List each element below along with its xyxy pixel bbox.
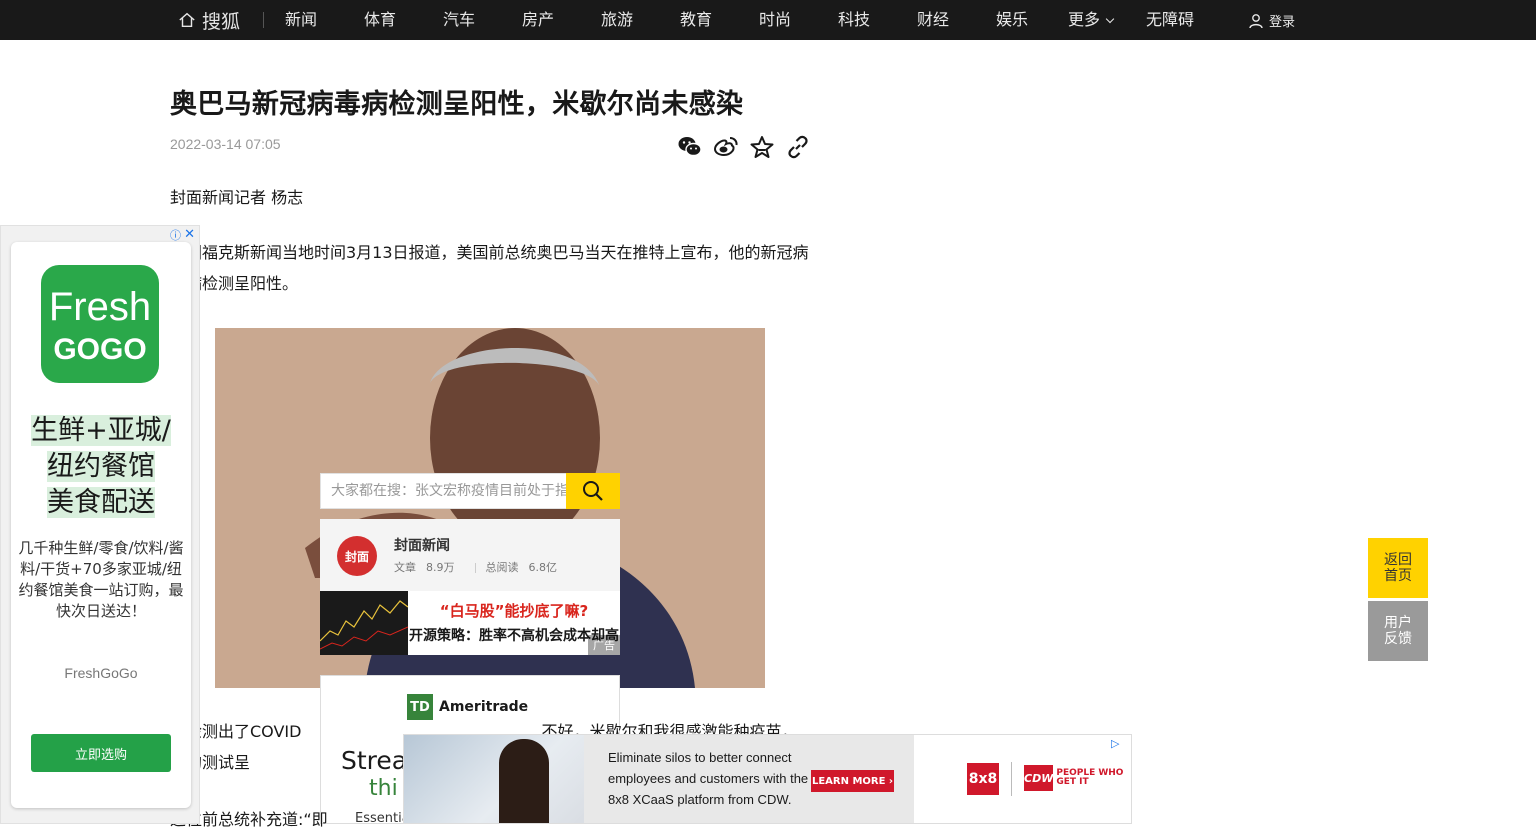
article-paragraph: 美国福克斯新闻当地时间3月13日报道，美国前总统奥巴马当天在推特上宣布，他的新冠… — [170, 243, 809, 293]
left-ad-brand: FreshGoGo — [64, 665, 138, 681]
left-ad-headline: 生鲜+亚城/ 纽约餐馆 美食配送 — [11, 413, 191, 521]
logo-divider — [1011, 762, 1012, 796]
nav-accessibility[interactable]: 无障碍 — [1146, 10, 1194, 30]
logo-text: 搜狐 — [202, 10, 241, 33]
home-icon — [179, 12, 195, 28]
nav-item-travel[interactable]: 旅游 — [601, 10, 633, 30]
bottom-ad[interactable]: Eliminate silos to better connect employ… — [403, 734, 1132, 824]
search-input[interactable] — [321, 474, 567, 508]
article-date: 2022-03-14 07:05 — [170, 136, 281, 152]
back-to-home-button[interactable]: 返回 首页 — [1368, 538, 1428, 598]
reads-label: 总阅读 — [485, 561, 519, 574]
ad-label: 广告 — [588, 635, 620, 655]
headline-line: 生鲜+亚城/ — [31, 415, 171, 446]
adchoices-icon[interactable]: ▷ — [1111, 737, 1129, 751]
search-box — [320, 473, 620, 509]
articles-value: 8.9万 — [426, 561, 455, 574]
cdw-logo-box: CDW — [1024, 765, 1054, 791]
author-avatar: 封面 — [337, 536, 377, 576]
logo-line-2: GOGO — [53, 333, 147, 366]
nav-item-sports[interactable]: 体育 — [364, 10, 396, 30]
author-stats: 文章 8.9万 总阅读 6.8亿 — [394, 559, 567, 575]
articles-label: 文章 — [394, 561, 416, 574]
author-name: 封面新闻 — [394, 538, 450, 554]
login-label: 登录 — [1269, 15, 1296, 30]
nav-item-education[interactable]: 教育 — [680, 10, 712, 30]
person-figure — [499, 739, 549, 823]
logo-line-1: Fresh — [48, 285, 152, 329]
headline-line: 美食配送 — [47, 487, 155, 518]
promo-headline: “白马股”能抄底了嘛? — [439, 602, 589, 620]
ad-photo — [404, 735, 584, 823]
td-brand: Ameritrade — [439, 699, 529, 715]
nav-more-label: 更多 — [1068, 10, 1101, 29]
user-icon — [1249, 13, 1263, 28]
left-ad[interactable]: ⓘ ✕ Fresh GOGO 生鲜+亚城/ 纽约餐馆 美食配送 几千种生鲜/零食… — [0, 225, 200, 824]
nav-item-auto[interactable]: 汽车 — [443, 10, 475, 30]
shop-now-button[interactable]: 立即选购 — [31, 734, 171, 772]
author-card[interactable]: 封面 封面新闻 文章 8.9万 总阅读 6.8亿 — [320, 519, 620, 591]
login-link[interactable]: 登录 — [1248, 11, 1295, 30]
nav-item-tech[interactable]: 科技 — [838, 10, 870, 30]
top-nav: 搜狐 新闻 体育 汽车 房产 旅游 教育 时尚 科技 财经 娱乐 更多 无障碍 … — [0, 0, 1536, 40]
stock-chart-thumbnail — [320, 591, 409, 655]
stats-divider — [474, 563, 476, 573]
star-icon[interactable] — [749, 134, 775, 160]
ad-info-icon[interactable]: ⓘ — [170, 227, 181, 243]
8x8-logo: 8x8 — [967, 763, 999, 795]
freshgogo-logo: Fresh GOGO — [41, 265, 159, 383]
left-ad-panel: Fresh GOGO 生鲜+亚城/ 纽约餐馆 美食配送 几千种生鲜/零食/饮料/… — [11, 242, 191, 808]
article-title: 奥巴马新冠病毒病检测呈阳性，米歇尔尚未感染 — [170, 89, 744, 120]
cdw-logo: CDW PEOPLE WHO GET IT — [1024, 765, 1131, 791]
search-icon — [583, 481, 603, 501]
nav-item-news[interactable]: 新闻 — [285, 10, 317, 30]
ad-copy: Eliminate silos to better connect employ… — [608, 750, 809, 807]
article-byline: 封面新闻记者 杨志 — [170, 188, 304, 207]
nav-item-finance[interactable]: 财经 — [917, 10, 949, 30]
weibo-icon[interactable] — [713, 134, 739, 160]
feedback-button[interactable]: 用户 反馈 — [1368, 601, 1428, 661]
chevron-down-icon — [1105, 14, 1115, 24]
nav-item-realestate[interactable]: 房产 — [522, 10, 554, 30]
cdw-slogan: PEOPLE WHO GET IT — [1056, 768, 1124, 787]
reads-value: 6.8亿 — [528, 561, 558, 574]
nav-divider — [263, 12, 264, 28]
nav-item-fashion[interactable]: 时尚 — [759, 10, 791, 30]
learn-more-button[interactable]: LEARN MORE › — [811, 770, 894, 792]
candlestick-graphic — [320, 600, 409, 650]
link-icon[interactable] — [785, 134, 811, 160]
search-button[interactable] — [566, 473, 620, 509]
headline-line: 纽约餐馆 — [47, 451, 155, 482]
sohu-logo[interactable]: 搜狐 — [178, 8, 241, 33]
wechat-icon[interactable] — [677, 134, 703, 160]
nav-more[interactable]: 更多 — [1068, 10, 1115, 30]
nav-item-entertainment[interactable]: 娱乐 — [996, 10, 1028, 30]
left-ad-body: 几千种生鲜/零食/饮料/酱料/干货+70多家亚城/纽约餐馆美食一站订购，最快次日… — [18, 539, 184, 620]
close-icon[interactable]: ✕ — [184, 227, 195, 242]
promo-banner[interactable]: “白马股”能抄底了嘛? 开源策略：胜率不高机会成本却高 广告 — [320, 591, 620, 655]
td-line-2: thi — [369, 776, 398, 801]
